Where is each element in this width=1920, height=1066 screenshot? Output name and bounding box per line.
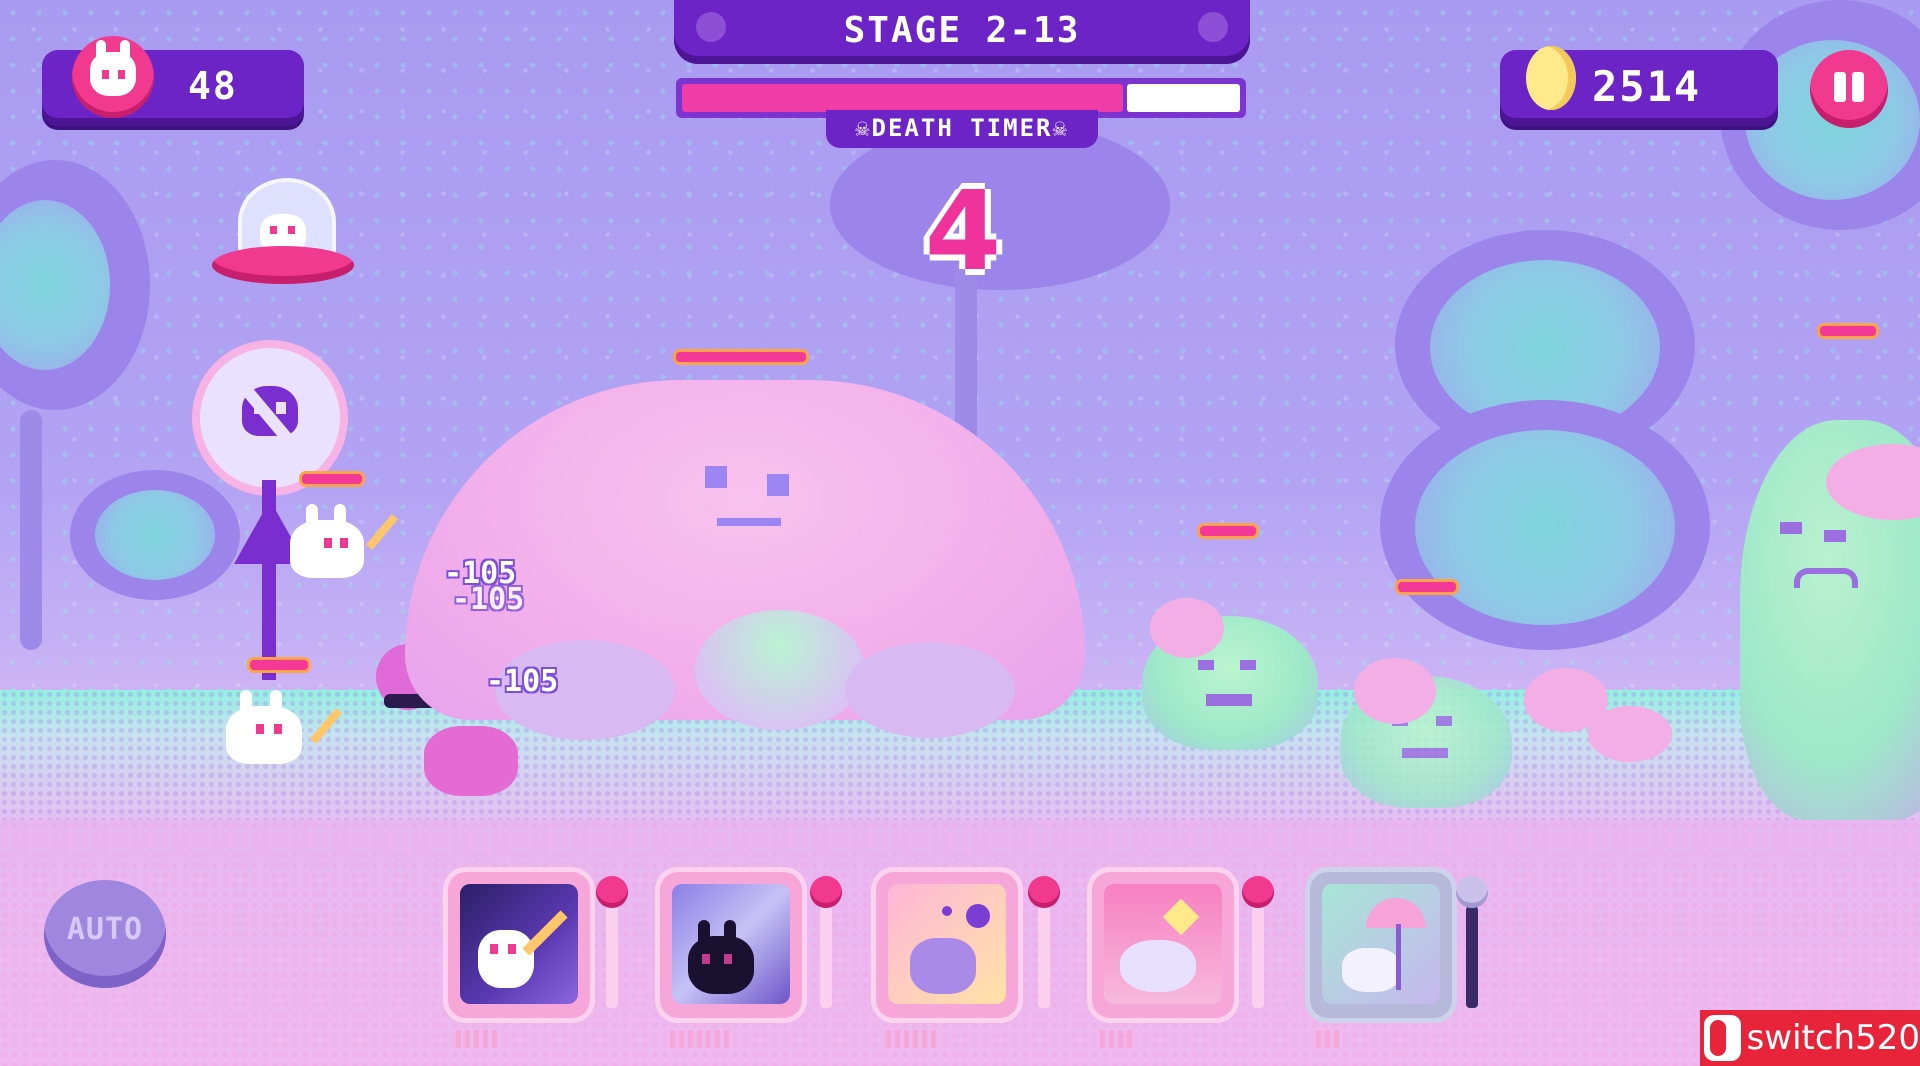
skill-level-pip bbox=[697, 1030, 702, 1048]
boss-hp-bar bbox=[676, 352, 806, 362]
pink-flower-decoration bbox=[1150, 598, 1224, 658]
blob-mouth bbox=[717, 518, 781, 526]
blob-eye bbox=[705, 466, 727, 488]
coin-counter: 2514 bbox=[1500, 46, 1778, 126]
coin-icon bbox=[1526, 46, 1576, 110]
ufo-bunny bbox=[212, 178, 354, 288]
skill-level-pip bbox=[1118, 1030, 1123, 1048]
lives-counter: 48 bbox=[42, 36, 304, 126]
skill-level-pip bbox=[688, 1030, 693, 1048]
switch-logo-icon bbox=[1704, 1015, 1741, 1061]
umbrella-bunny-skill-icon bbox=[1322, 884, 1440, 1004]
skill-card-5[interactable] bbox=[1310, 872, 1452, 1018]
bunny-face-icon bbox=[72, 36, 154, 118]
hero-bunny-pink bbox=[424, 726, 518, 796]
skill-level-pip bbox=[1109, 1030, 1114, 1048]
coin-count: 2514 bbox=[1592, 62, 1702, 111]
watermark: switch520 bbox=[1700, 1010, 1920, 1066]
death-timer-label: ☠DEATH TIMER☠ bbox=[826, 110, 1098, 148]
stage-banner: STAGE 2-13 bbox=[674, 0, 1250, 64]
skill-level-pip bbox=[456, 1030, 461, 1048]
skill-cooldown-gauge bbox=[810, 876, 842, 1008]
skill-level-pip bbox=[483, 1030, 488, 1048]
skill-cooldown-gauge bbox=[1028, 876, 1060, 1008]
blob-eye bbox=[767, 474, 789, 496]
sparkle-bunny-skill-icon bbox=[1104, 884, 1222, 1004]
enemy-hp-bar bbox=[1200, 526, 1256, 536]
blob-bubble bbox=[845, 642, 1015, 738]
dark-bunny-skill-icon bbox=[672, 884, 790, 1004]
skill-cooldown-gauge bbox=[1242, 876, 1274, 1008]
skill-level-pip bbox=[931, 1030, 936, 1048]
skill-level-pip bbox=[1316, 1030, 1321, 1048]
skill-cooldown-gauge bbox=[596, 876, 628, 1008]
skill-level-pip bbox=[1100, 1030, 1105, 1048]
hero-hp-bar bbox=[302, 474, 362, 484]
skill-card-1[interactable] bbox=[448, 872, 590, 1018]
skill-level-pips bbox=[886, 1030, 936, 1048]
hero-bunny bbox=[226, 690, 302, 764]
skill-level-pip bbox=[1325, 1030, 1330, 1048]
skill-level-pip bbox=[922, 1030, 927, 1048]
auto-label: AUTO bbox=[66, 912, 144, 947]
background-vine bbox=[20, 410, 42, 650]
hero-hp-bar bbox=[250, 660, 308, 670]
skill-cooldown-gauge bbox=[1456, 876, 1488, 1008]
pause-icon bbox=[1810, 50, 1888, 128]
green-tree-monster-enemy bbox=[1740, 420, 1920, 820]
skill-level-pip bbox=[913, 1030, 918, 1048]
skill-level-pip bbox=[715, 1030, 720, 1048]
lives-count: 48 bbox=[188, 64, 238, 108]
death-timer-remaining bbox=[1127, 84, 1240, 112]
skill-level-pip bbox=[895, 1030, 900, 1048]
skill-level-pips bbox=[1316, 1030, 1339, 1048]
skill-level-pips bbox=[1100, 1030, 1132, 1048]
skill-level-pip bbox=[679, 1030, 684, 1048]
no-skull-sign bbox=[200, 348, 340, 488]
skill-level-pip bbox=[1127, 1030, 1132, 1048]
auto-button[interactable]: AUTO bbox=[44, 880, 166, 1012]
death-timer-fill bbox=[682, 84, 1123, 112]
skill-card-4[interactable] bbox=[1092, 872, 1234, 1018]
pickaxe-bunny-skill-icon bbox=[460, 884, 578, 1004]
skill-level-pip bbox=[724, 1030, 729, 1048]
bubble-bunny-skill-icon bbox=[888, 884, 1006, 1004]
skill-level-pip bbox=[706, 1030, 711, 1048]
skill-level-pip bbox=[904, 1030, 909, 1048]
background-tree bbox=[1415, 430, 1675, 625]
skill-level-pips bbox=[670, 1030, 729, 1048]
enemy-hp-bar bbox=[1398, 582, 1456, 592]
pink-flower-decoration bbox=[1588, 706, 1672, 762]
blob-bubble bbox=[695, 610, 865, 730]
damage-number: -105 bbox=[452, 582, 525, 617]
enemy-hp-bar bbox=[1820, 326, 1876, 336]
skill-level-pip bbox=[886, 1030, 891, 1048]
skill-level-pip bbox=[1334, 1030, 1339, 1048]
game-scene: 48 STAGE 2-13 ☠DEATH TIMER☠ 4 2514 -105 … bbox=[0, 0, 1920, 1066]
damage-number: -105 bbox=[486, 664, 559, 699]
skill-card-3[interactable] bbox=[876, 872, 1018, 1018]
pause-button[interactable] bbox=[1810, 50, 1888, 128]
skill-level-pip bbox=[670, 1030, 675, 1048]
skill-level-pips bbox=[456, 1030, 497, 1048]
hero-bunny bbox=[290, 504, 364, 578]
countdown-number: 4 bbox=[924, 167, 1002, 295]
stage-title: STAGE 2-13 bbox=[843, 10, 1081, 51]
pink-flower-decoration bbox=[1354, 658, 1436, 724]
skill-level-pip bbox=[465, 1030, 470, 1048]
skill-level-pip bbox=[492, 1030, 497, 1048]
skill-level-pip bbox=[474, 1030, 479, 1048]
skill-card-2[interactable] bbox=[660, 872, 802, 1018]
watermark-text: switch520 bbox=[1746, 1018, 1920, 1058]
background-tree bbox=[95, 490, 215, 580]
